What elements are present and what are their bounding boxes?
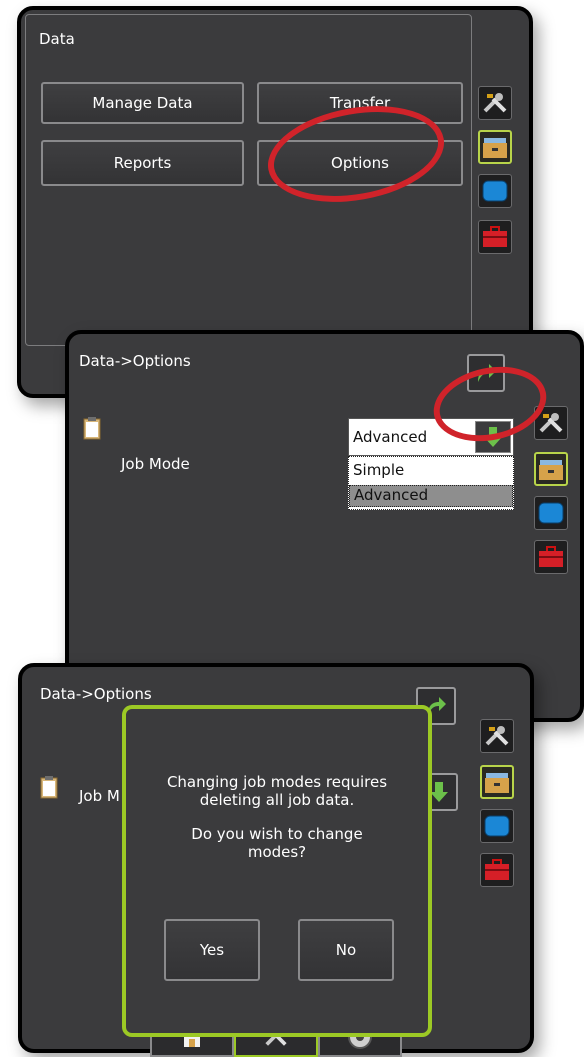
page-title: Data->Options — [79, 352, 191, 370]
data-box-icon[interactable] — [478, 130, 512, 164]
job-mode-label: Job M — [79, 787, 120, 805]
clipboard-icon — [83, 416, 101, 444]
confirm-panel: Data->Options Job M Changing job modes r… — [18, 663, 534, 1057]
display-icon[interactable] — [480, 809, 514, 843]
page-title: Data->Options — [40, 685, 152, 703]
job-mode-value: Advanced — [353, 428, 428, 446]
toolbox-icon[interactable] — [534, 540, 568, 574]
arrow-down-icon — [430, 782, 448, 802]
option-advanced[interactable]: Advanced — [349, 485, 513, 507]
yes-button[interactable]: Yes — [164, 919, 260, 981]
option-simple[interactable]: Simple — [349, 461, 513, 483]
dialog-message-line2: deleting all job data. — [199, 791, 355, 809]
job-mode-options: Simple Advanced — [348, 456, 514, 510]
data-box-icon[interactable] — [534, 452, 568, 486]
toolbox-icon[interactable] — [480, 853, 514, 887]
job-mode-label: Job Mode — [121, 455, 190, 473]
clipboard-icon — [40, 775, 58, 803]
dialog-message-line1: Changing job modes requires — [166, 773, 388, 791]
dialog-message-line3: Do you wish to change — [191, 825, 363, 843]
reports-button[interactable]: Reports — [41, 140, 244, 186]
page-title: Data — [39, 30, 75, 48]
display-icon[interactable] — [478, 174, 512, 208]
toolbox-icon[interactable] — [478, 220, 512, 254]
no-button[interactable]: No — [298, 919, 394, 981]
tools-icon[interactable] — [478, 86, 512, 120]
tools-icon[interactable] — [480, 719, 514, 753]
manage-data-button[interactable]: Manage Data — [41, 82, 244, 124]
display-icon[interactable] — [534, 496, 568, 530]
confirm-dialog: Changing job modes requires deleting all… — [122, 705, 432, 1037]
dialog-message-line4: modes? — [247, 843, 307, 861]
data-box-icon[interactable] — [480, 765, 514, 799]
